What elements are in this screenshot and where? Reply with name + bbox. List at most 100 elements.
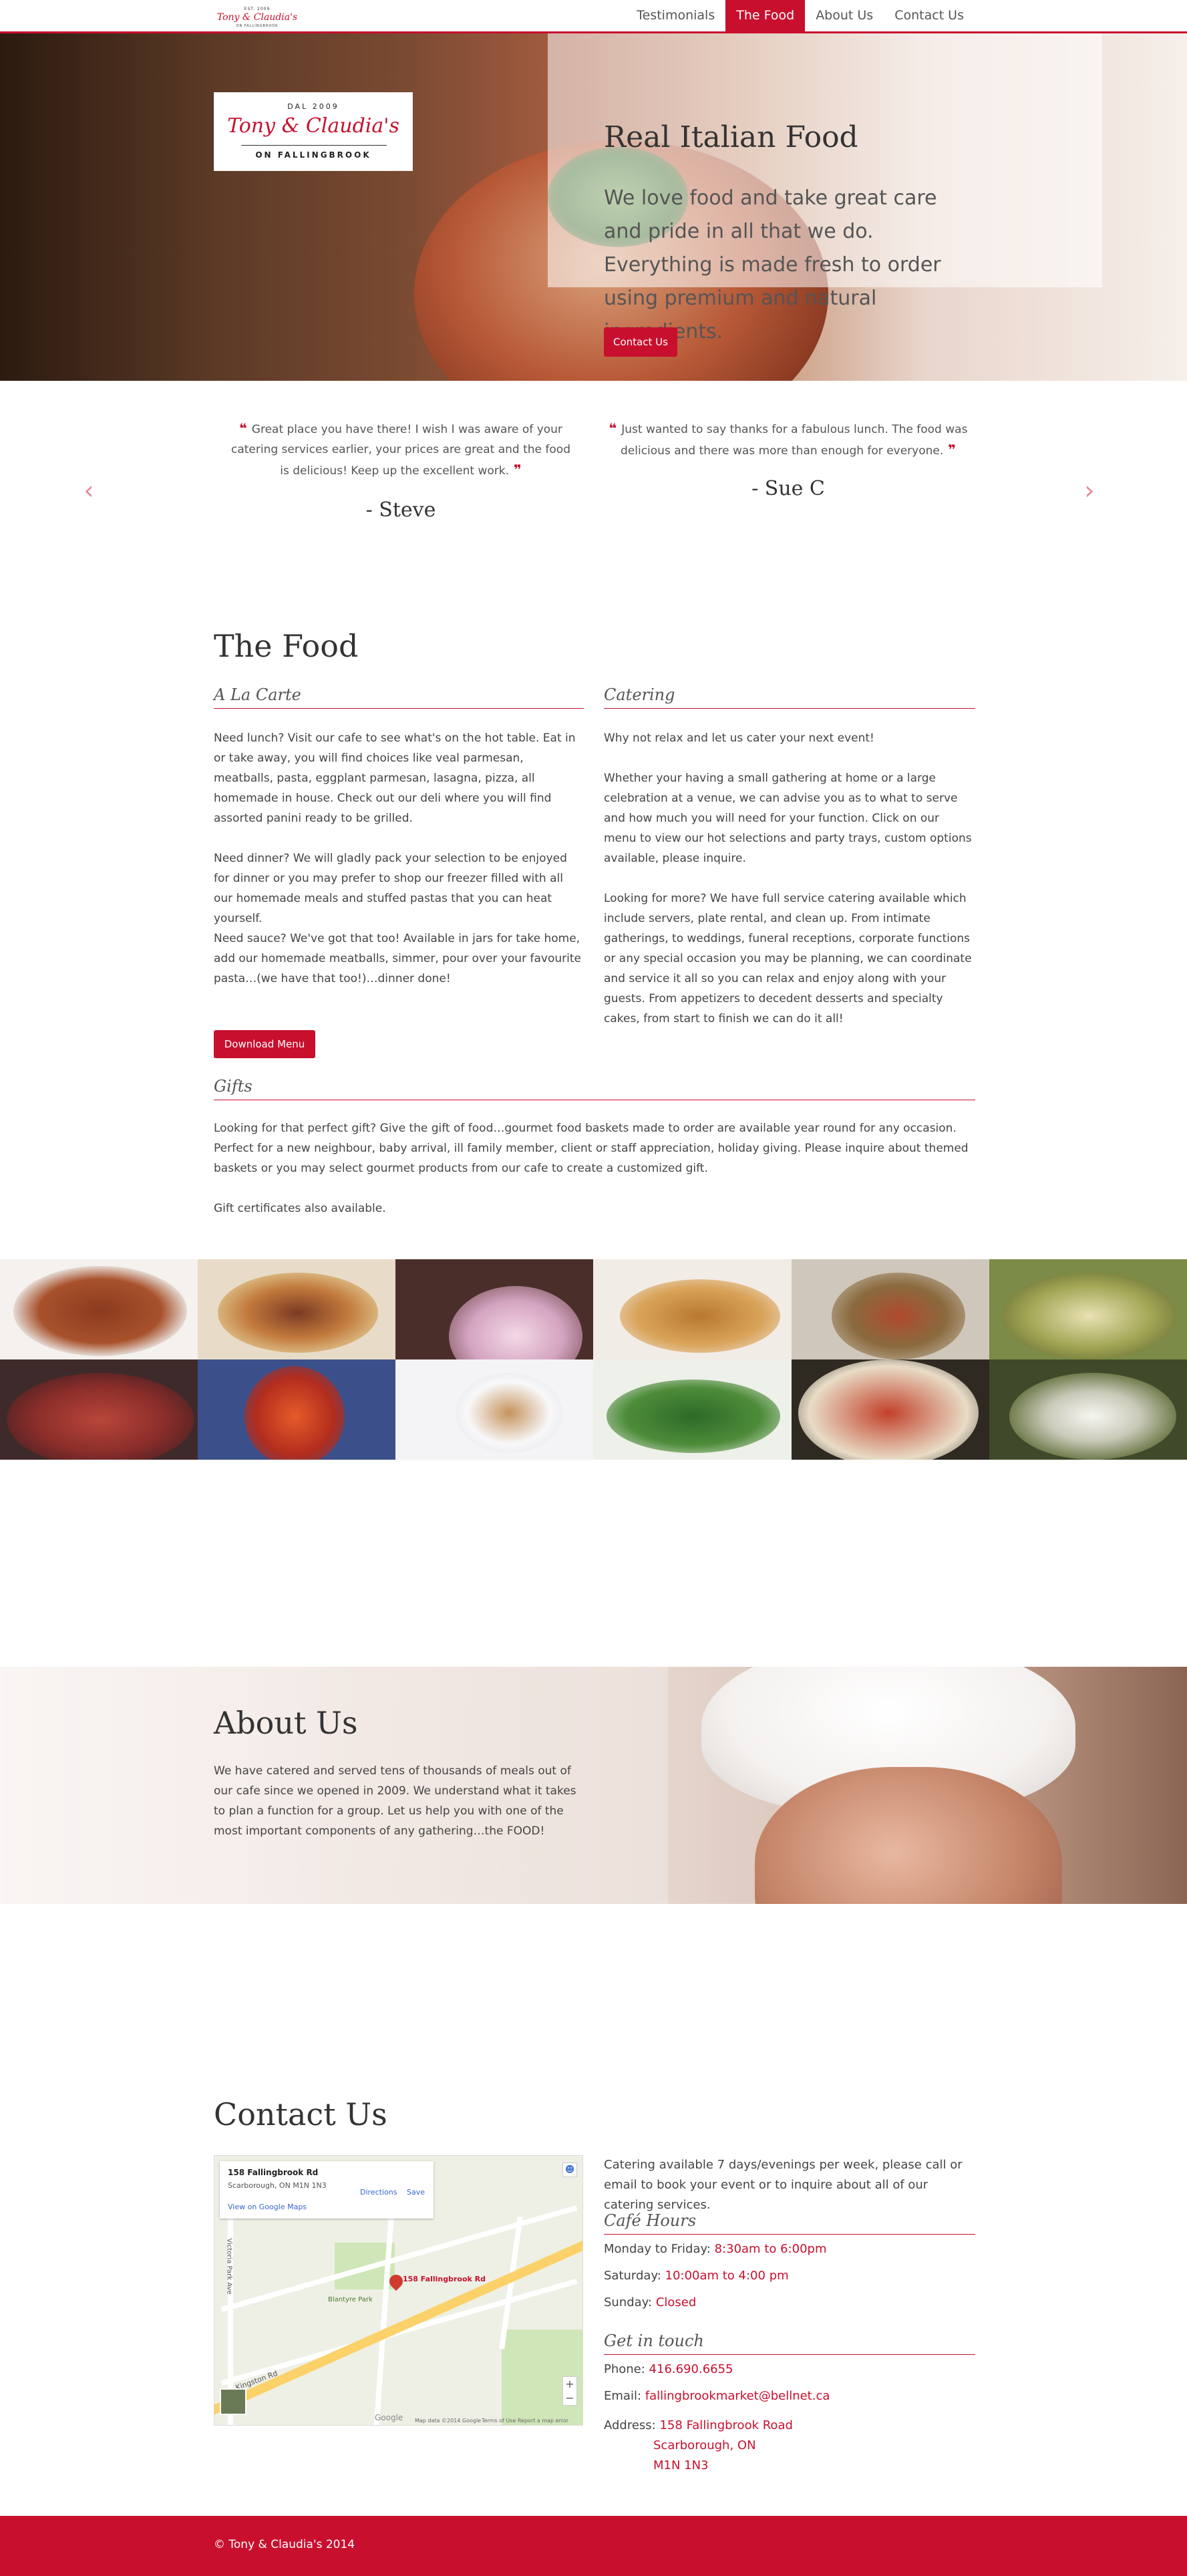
gallery-photo-antipasto[interactable] <box>989 1259 1187 1359</box>
hours-day: Sunday: <box>604 2295 656 2309</box>
svg-text:Tony & Claudia's: Tony & Claudia's <box>217 12 297 23</box>
hours-sunday: Sunday: Closed <box>604 2295 696 2309</box>
map-pin-label: 158 Fallingbrook Rd <box>403 2275 486 2283</box>
testimonial-quote: ❝ Great place you have there! I wish I w… <box>227 418 574 481</box>
about-title: About Us <box>214 1705 358 1741</box>
contact-email: Email: fallingbrookmarket@bellnet.ca <box>604 2389 830 2403</box>
address-line: M1N 1N3 <box>653 2458 709 2472</box>
hero-logo-est: DAL 2009 <box>287 102 339 111</box>
hero-banner: DAL 2009 Tony & Claudia's ON FALLINGBROO… <box>0 33 1187 381</box>
hours-time: 8:30am to 6:00pm <box>714 2242 827 2256</box>
nav-testimonials[interactable]: Testimonials <box>626 0 725 31</box>
map-place-name: 158 Fallingbrook Rd <box>228 2168 319 2177</box>
gallery-photo-rapini[interactable] <box>593 1359 792 1460</box>
hero-logo-divider <box>241 145 387 146</box>
gallery-photo-sausage[interactable] <box>198 1359 396 1460</box>
location-map[interactable]: 158 Fallingbrook Rd Scarborough, ON M1N … <box>214 2155 583 2426</box>
street-view-icon[interactable]: ☻ <box>562 2162 577 2177</box>
gallery-photo-dessert[interactable] <box>395 1259 594 1359</box>
carousel-prev-icon[interactable]: ‹ <box>79 476 99 505</box>
alacarte-heading: A La Carte <box>214 685 584 709</box>
testimonial-author: - Sue C <box>751 477 825 500</box>
hero-logo: DAL 2009 Tony & Claudia's ON FALLINGBROO… <box>214 92 413 171</box>
gallery-photo-sandwich[interactable] <box>198 1259 396 1359</box>
hero-logo-name: Tony & Claudia's <box>227 114 399 138</box>
address-line: Scarborough, ON <box>653 2438 756 2452</box>
map-road-label: Victoria Park Ave <box>225 2238 233 2295</box>
food-section-title: The Food <box>214 628 359 664</box>
map-street <box>373 2209 395 2425</box>
download-menu-button[interactable]: Download Menu <box>214 1030 315 1058</box>
carousel-next-icon[interactable]: › <box>1079 476 1099 505</box>
hours-day: Saturday: <box>604 2269 665 2283</box>
map-data-text: Map data ©2014 Google <box>415 2418 482 2424</box>
testimonials-carousel: ‹ › ❝ Great place you have there! I wish… <box>0 381 1187 595</box>
gallery-photo-cold-cuts[interactable] <box>0 1359 198 1460</box>
get-in-touch-heading: Get in touch <box>604 2331 975 2355</box>
gallery-photo-cannoli[interactable] <box>593 1259 792 1359</box>
alacarte-paragraph: Need lunch? Visit our cafe to see what's… <box>214 732 576 825</box>
map-info-card: 158 Fallingbrook Rd Scarborough, ON M1N … <box>220 2161 434 2219</box>
hero-title: Real Italian Food <box>604 120 858 154</box>
testimonial-author: - Steve <box>365 498 436 522</box>
testimonial-quote: ❝ Just wanted to say thanks for a fabulo… <box>608 418 969 461</box>
contact-phone: Phone: 416.690.6655 <box>604 2362 733 2376</box>
gallery-photo-gift-basket[interactable] <box>791 1259 989 1359</box>
testimonial-text: Just wanted to say thanks for a fabulous… <box>621 423 968 458</box>
alacarte-paragraph: Need dinner? We will gladly pack your se… <box>214 852 567 925</box>
nav-the-food[interactable]: The Food <box>725 0 806 31</box>
catering-paragraph: Whether your having a small gathering at… <box>604 772 972 865</box>
site-footer: © Tony & Claudia's 2014 <box>0 2516 1187 2576</box>
cafe-hours-heading: Café Hours <box>604 2211 975 2235</box>
gallery-photo-espresso[interactable] <box>395 1359 594 1460</box>
gallery-photo-lasagna[interactable] <box>0 1259 198 1359</box>
save-link[interactable]: Save <box>407 2188 425 2197</box>
gallery-photo-pasta[interactable] <box>791 1359 989 1460</box>
hours-time: 10:00am to 4:00 pm <box>665 2269 789 2283</box>
hours-time: Closed <box>655 2295 697 2309</box>
view-on-google-maps-link[interactable]: View on Google Maps <box>228 2203 307 2211</box>
open-quote-icon: ❝ <box>239 420 252 436</box>
map-google-logo: Google <box>375 2413 403 2422</box>
hours-weekday: Monday to Friday: 8:30am to 6:00pm <box>604 2242 827 2256</box>
phone-link[interactable]: 416.690.6655 <box>649 2362 733 2376</box>
phone-label: Phone: <box>604 2362 649 2376</box>
gallery-photo-bocconcini[interactable] <box>989 1359 1187 1460</box>
top-navbar: EST. 2009 Tony & Claudia's ON FALLINGBRO… <box>0 0 1187 33</box>
svg-text:EST. 2009: EST. 2009 <box>244 7 271 11</box>
hero-text: We love food and take great care and pri… <box>604 186 941 343</box>
catering-paragraph: Looking for more? We have full service c… <box>604 892 972 1025</box>
satellite-toggle-icon[interactable] <box>220 2388 246 2415</box>
hours-saturday: Saturday: 10:00am to 4:00 pm <box>604 2269 789 2283</box>
brand-logo[interactable]: EST. 2009 Tony & Claudia's ON FALLINGBRO… <box>214 4 301 29</box>
about-text: We have catered and served tens of thous… <box>214 1764 576 1838</box>
gifts-paragraph: Gift certificates also available. <box>214 1202 386 1215</box>
contact-address: Address: 158 Fallingbrook Road Scarborou… <box>604 2416 793 2476</box>
contact-intro: Catering available 7 days/evenings per w… <box>604 2158 963 2212</box>
food-photo-gallery <box>0 1259 1187 1460</box>
directions-link[interactable]: Directions <box>360 2188 397 2197</box>
open-quote-icon: ❝ <box>609 420 622 436</box>
gifts-heading: Gifts <box>214 1077 975 1100</box>
address-label: Address: <box>604 2418 660 2432</box>
map-footer-text: Terms of Use Report a map error <box>482 2418 569 2424</box>
map-place-city: Scarborough, ON M1N 1N3 <box>228 2181 327 2190</box>
nav-menu: Testimonials The Food About Us Contact U… <box>626 0 975 31</box>
hero-contact-button[interactable]: Contact Us <box>604 327 677 357</box>
email-link[interactable]: fallingbrookmarket@bellnet.ca <box>645 2389 830 2403</box>
close-quote-icon: ❞ <box>509 462 522 478</box>
catering-paragraph: Why not relax and let us cater your next… <box>604 732 874 745</box>
hero-logo-sub: ON FALLINGBROOK <box>255 150 371 160</box>
zoom-control-icon[interactable]: + − <box>562 2376 577 2406</box>
about-section <box>0 1667 1187 1904</box>
contact-title: Contact Us <box>214 2096 387 2132</box>
map-park-label: Blantyre Park <box>328 2296 373 2303</box>
gifts-paragraph: Looking for that perfect gift? Give the … <box>214 1122 969 1175</box>
catering-heading: Catering <box>604 685 975 709</box>
address-line: 158 Fallingbrook Road <box>659 2418 793 2432</box>
nav-contact-us[interactable]: Contact Us <box>884 0 975 31</box>
alacarte-paragraph: Need sauce? We've got that too! Availabl… <box>214 932 581 985</box>
nav-about-us[interactable]: About Us <box>805 0 884 31</box>
hours-day: Monday to Friday: <box>604 2242 715 2256</box>
email-label: Email: <box>604 2389 645 2403</box>
